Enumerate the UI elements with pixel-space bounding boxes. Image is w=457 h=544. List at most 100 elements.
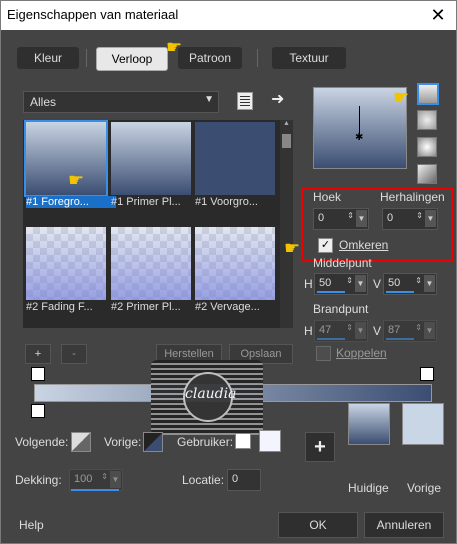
location-label: Locatie: bbox=[182, 473, 225, 487]
spin-arrows-icon[interactable]: ⇕ bbox=[347, 211, 354, 220]
gradient-preview bbox=[111, 227, 191, 300]
spin-arrows-icon[interactable]: ⇕ bbox=[346, 323, 353, 332]
focal-v-value: 87 bbox=[388, 324, 401, 336]
gradient-preview bbox=[195, 122, 275, 195]
gradient-thumb[interactable]: #2 Fading F... bbox=[26, 227, 106, 313]
current-swatch[interactable] bbox=[348, 403, 390, 445]
user-swatch-2[interactable] bbox=[259, 430, 281, 452]
chevron-down-icon[interactable]: ▼ bbox=[425, 210, 436, 227]
chevron-down-icon[interactable]: ▼ bbox=[356, 210, 367, 227]
spin-arrows-icon[interactable]: ⇕ bbox=[416, 211, 423, 220]
link-checkbox[interactable] bbox=[316, 346, 331, 361]
previous-color-swatch[interactable] bbox=[402, 403, 444, 445]
tab-divider bbox=[86, 49, 87, 67]
gallery-scrollbar[interactable]: ▲ bbox=[280, 120, 293, 328]
repeats-label: Herhalingen bbox=[380, 190, 445, 204]
tab-gradient[interactable]: Verloop bbox=[96, 47, 168, 71]
close-button[interactable]: ✕ bbox=[428, 5, 448, 25]
color-stop-marker-icon[interactable] bbox=[31, 404, 45, 418]
invert-checkbox[interactable]: ✓ bbox=[318, 238, 333, 253]
scrollbar-thumb[interactable] bbox=[282, 134, 291, 148]
center-point-label: Middelpunt bbox=[313, 256, 372, 270]
center-point-icon: ✱ bbox=[355, 132, 364, 143]
help-link[interactable]: Help bbox=[19, 518, 44, 532]
repeats-value: 0 bbox=[387, 212, 394, 224]
gradient-thumb[interactable]: #1 Voorgro... bbox=[195, 122, 275, 208]
tab-divider bbox=[257, 49, 258, 67]
chevron-down-icon[interactable]: ▼ bbox=[355, 322, 366, 339]
current-label: Huidige bbox=[348, 481, 389, 495]
dialog-body: Kleur Verloop ☛ Patroon Textuur Alles ▼ … bbox=[1, 30, 456, 543]
gradient-thumb[interactable]: #2 Primer Pl... bbox=[111, 227, 191, 313]
linear-style-icon[interactable] bbox=[417, 83, 439, 105]
spin-arrows-icon[interactable]: ⇕ bbox=[346, 276, 353, 285]
file-options-icon[interactable] bbox=[237, 92, 253, 110]
sunburst-style-icon[interactable] bbox=[417, 137, 437, 157]
window-title: Eigenschappen van materiaal bbox=[7, 7, 179, 22]
gradient-thumb[interactable]: #1 Primer Pl... bbox=[111, 122, 191, 208]
gradient-caption: #2 Fading F... bbox=[26, 301, 93, 313]
tab-color[interactable]: Kleur bbox=[17, 47, 79, 69]
focal-h-spinner[interactable]: 47 ⇕ ▼ bbox=[314, 320, 368, 342]
tab-texture[interactable]: Textuur bbox=[272, 47, 346, 69]
value-underline bbox=[386, 338, 414, 340]
user-swatch-1[interactable] bbox=[235, 433, 251, 449]
gradient-preview bbox=[195, 227, 275, 300]
material-properties-dialog: Eigenschappen van materiaal ✕ Kleur Verl… bbox=[0, 0, 457, 544]
gradient-caption: #1 Primer Pl... bbox=[111, 196, 181, 208]
chevron-down-icon[interactable]: ▼ bbox=[110, 471, 121, 488]
chevron-down-icon[interactable]: ▼ bbox=[424, 322, 435, 339]
ok-button[interactable]: OK bbox=[278, 512, 358, 538]
link-label: Koppelen bbox=[336, 346, 387, 360]
top-marker-icon[interactable] bbox=[420, 367, 434, 381]
value-underline bbox=[317, 338, 345, 340]
center-v-spinner[interactable]: 50 ⇕ ▼ bbox=[383, 273, 437, 295]
invert-label: Omkeren bbox=[339, 238, 389, 252]
watermark-logo: claudia bbox=[151, 360, 263, 435]
add-color-button[interactable]: + bbox=[305, 432, 335, 462]
previous-swatch[interactable] bbox=[143, 432, 163, 452]
location-field[interactable]: 0 bbox=[227, 469, 261, 491]
category-value: Alles bbox=[30, 95, 57, 109]
value-underline bbox=[317, 291, 345, 293]
opacity-value: 100 bbox=[74, 473, 93, 485]
tab-pattern[interactable]: Patroon bbox=[178, 47, 242, 69]
gradient-caption: #1 Foregro... bbox=[26, 196, 116, 208]
gradient-thumb[interactable]: #2 Vervage... bbox=[195, 227, 275, 313]
gradient-caption: #1 Voorgro... bbox=[195, 196, 258, 208]
user-label: Gebruiker: bbox=[177, 435, 234, 449]
focal-point-label: Brandpunt bbox=[313, 302, 369, 316]
gradient-gallery: #1 Foregro... ☛ #1 Primer Pl... #1 Voorg… bbox=[23, 120, 293, 328]
chevron-down-icon[interactable]: ▼ bbox=[355, 275, 366, 292]
top-marker-icon[interactable] bbox=[31, 367, 45, 381]
remove-stop-button[interactable]: - bbox=[61, 344, 87, 364]
spin-arrows-icon[interactable]: ⇕ bbox=[415, 323, 422, 332]
focal-v-spinner[interactable]: 87 ⇕ ▼ bbox=[383, 320, 437, 342]
cancel-button[interactable]: Annuleren bbox=[364, 512, 444, 538]
next-swatch[interactable] bbox=[71, 432, 91, 452]
center-h-spinner[interactable]: 50 ⇕ ▼ bbox=[314, 273, 368, 295]
spin-arrows-icon[interactable]: ⇕ bbox=[415, 276, 422, 285]
center-h-label: H bbox=[304, 277, 313, 291]
add-stop-button[interactable]: + bbox=[25, 344, 51, 364]
rectangular-style-icon[interactable] bbox=[417, 110, 437, 130]
next-label: Volgende: bbox=[15, 435, 69, 449]
opacity-spinner[interactable]: 100 ⇕ ▼ bbox=[69, 469, 123, 491]
focal-v-label: V bbox=[373, 324, 382, 338]
scroll-up-icon[interactable]: ▲ bbox=[283, 120, 290, 127]
focal-h-value: 47 bbox=[319, 324, 332, 336]
repeats-spinner[interactable]: 0 ⇕ ▼ bbox=[382, 208, 438, 230]
spin-arrows-icon[interactable]: ⇕ bbox=[101, 472, 108, 481]
gradient-thumb[interactable]: #1 Foregro... ☛ bbox=[24, 120, 116, 208]
watermark-text: claudia bbox=[185, 386, 237, 402]
gradient-preview bbox=[24, 120, 108, 197]
title-bar: Eigenschappen van materiaal ✕ bbox=[1, 1, 456, 30]
category-dropdown[interactable]: Alles ▼ bbox=[23, 91, 219, 113]
previous-label: Vorige: bbox=[104, 435, 142, 449]
radial-style-icon[interactable] bbox=[417, 164, 437, 184]
chevron-down-icon[interactable]: ▼ bbox=[424, 275, 435, 292]
center-v-value: 50 bbox=[388, 277, 401, 289]
opacity-underline bbox=[71, 489, 119, 491]
arrow-right-icon[interactable]: ➜ bbox=[271, 89, 284, 109]
angle-spinner[interactable]: 0 ⇕ ▼ bbox=[313, 208, 369, 230]
